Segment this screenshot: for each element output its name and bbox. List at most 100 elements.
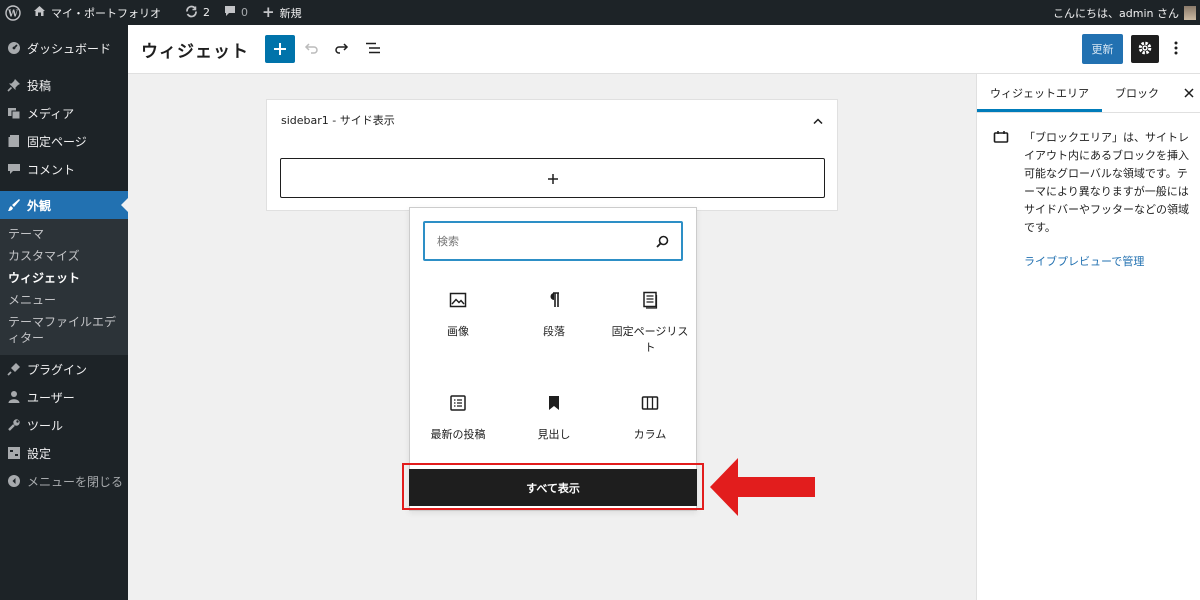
plugin-icon [6, 362, 21, 377]
highlight-box [402, 463, 704, 510]
block-item-label: 見出し [537, 428, 571, 441]
user-icon [6, 390, 21, 405]
gear-icon [1137, 40, 1153, 59]
block-item-label: カラム [633, 428, 667, 441]
list-view-button[interactable] [358, 35, 388, 63]
list-view-icon [365, 41, 381, 58]
submenu-item-themes[interactable]: テーマ [0, 223, 128, 245]
updates-count: 2 [203, 6, 210, 19]
latest-posts-icon [446, 391, 470, 415]
sidebar-item-appearance[interactable]: 外観 [0, 191, 128, 219]
pin-icon [6, 78, 21, 93]
sidebar-item-label: ユーザー [27, 390, 75, 405]
sidebar-item-label: プラグイン [27, 362, 88, 377]
widget-area-description: 「ブロックエリア」は、サイトレイアウト内にあるブロックを挿入可能なグローバルな領… [1024, 131, 1189, 234]
sidebar-item-tools[interactable]: ツール [0, 411, 128, 439]
add-block-button[interactable] [265, 35, 295, 63]
sidebar-item-users[interactable]: ユーザー [0, 383, 128, 411]
appearance-submenu: テーマ カスタマイズ ウィジェット メニュー テーマファイルエディター [0, 219, 128, 355]
editor-header: ウィジェット 更新 [128, 25, 1200, 74]
admin-sidebar: ダッシュボード 投稿 メディア 固定ページ コメント 外観 テーマ カスタマイズ [0, 25, 128, 600]
sidebar-item-label: コメント [27, 162, 76, 177]
comments-link[interactable]: 0 [217, 0, 255, 25]
undo-button[interactable] [296, 35, 326, 63]
comment-icon [6, 162, 21, 177]
block-item-page-list[interactable]: 固定ページリスト [602, 278, 698, 381]
site-name: マイ・ポートフォリオ [51, 6, 161, 20]
greeting: こんにちは、admin さん [1053, 6, 1179, 20]
tab-block[interactable]: ブロック [1102, 74, 1172, 112]
close-icon[interactable] [1184, 74, 1200, 112]
submenu-item-menus[interactable]: メニュー [0, 289, 128, 311]
sidebar-item-media[interactable]: メディア [0, 99, 128, 127]
sidebar-item-posts[interactable]: 投稿 [0, 71, 128, 99]
dashboard-icon [6, 41, 21, 56]
svg-text:W: W [7, 9, 19, 19]
avatar [1184, 5, 1196, 20]
collapse-menu-button[interactable]: メニューを閉じる [0, 467, 128, 495]
new-label: 新規 [279, 6, 302, 20]
widget-area-panel: sidebar1 - サイド表示 [266, 99, 838, 211]
block-item-label: 固定ページリスト [611, 325, 689, 354]
sidebar-item-label: 固定ページ [27, 134, 87, 149]
widget-area-title: sidebar1 - サイド表示 [281, 114, 395, 127]
plus-icon: + [262, 3, 275, 21]
home-icon [33, 5, 46, 20]
plus-icon [547, 169, 558, 188]
site-name-link[interactable]: マイ・ポートフォリオ [26, 0, 168, 25]
redo-icon [334, 41, 350, 58]
editor-canvas: sidebar1 - サイド表示 画像 [128, 74, 976, 600]
columns-icon [638, 391, 662, 415]
sidebar-item-label: 外観 [27, 198, 52, 213]
new-content-link[interactable]: + 新規 [255, 0, 309, 25]
sidebar-item-comments[interactable]: コメント [0, 155, 128, 183]
page-title: ウィジェット [141, 41, 249, 62]
sidebar-item-label: ダッシュボード [27, 41, 112, 56]
brush-icon [6, 198, 21, 213]
undo-icon [303, 41, 319, 58]
settings-button[interactable] [1131, 35, 1159, 63]
submenu-item-customize[interactable]: カスタマイズ [0, 245, 128, 267]
more-vertical-icon [1174, 40, 1178, 59]
submenu-item-theme-file-editor[interactable]: テーマファイルエディター [0, 311, 128, 349]
sidebar-item-dashboard[interactable]: ダッシュボード [0, 34, 128, 62]
block-item-paragraph[interactable]: 段落 [506, 278, 602, 381]
widget-area-header[interactable]: sidebar1 - サイド表示 [267, 100, 837, 140]
block-appender-button[interactable] [280, 158, 825, 198]
block-area-icon [993, 129, 1009, 237]
sidebar-item-settings[interactable]: 設定 [0, 439, 128, 467]
account-link[interactable]: こんにちは、admin さん [1046, 0, 1200, 25]
plus-icon [273, 37, 287, 61]
collapse-icon [6, 474, 21, 489]
tab-widget-areas[interactable]: ウィジェットエリア [977, 74, 1102, 112]
sidebar-item-pages[interactable]: 固定ページ [0, 127, 128, 155]
settings-sidebar: ウィジェットエリア ブロック 「ブロックエリア」は、サイトレイアウト内にあるブロ… [976, 74, 1200, 600]
inserter-search-box [423, 221, 683, 261]
red-arrow-icon [710, 457, 816, 520]
sidebar-item-plugins[interactable]: プラグイン [0, 355, 128, 383]
admin-bar: W マイ・ポートフォリオ 2 0 + 新規 こんにちは、admin さん [0, 0, 1200, 25]
block-types-grid: 画像 段落 固定ページリスト 最新の投稿 見出し カラム [410, 278, 698, 484]
sidebar-item-label: 投稿 [27, 78, 52, 93]
updates-link[interactable]: 2 [178, 0, 217, 25]
submenu-item-widgets[interactable]: ウィジェット [0, 267, 128, 289]
search-input[interactable] [437, 234, 637, 248]
wrench-icon [6, 418, 21, 433]
comments-count: 0 [241, 6, 248, 19]
updates-icon [185, 5, 198, 21]
update-button[interactable]: 更新 [1082, 34, 1123, 64]
collapse-label: メニューを閉じる [27, 474, 124, 489]
sidebar-item-label: メディア [27, 106, 75, 121]
block-item-image[interactable]: 画像 [410, 278, 506, 381]
options-button[interactable] [1162, 35, 1190, 63]
wordpress-logo-icon[interactable]: W [0, 0, 26, 25]
redo-button[interactable] [327, 35, 357, 63]
media-icon [6, 106, 21, 121]
comment-bubble-icon [224, 5, 236, 20]
image-icon [446, 288, 470, 312]
sidebar-item-label: 設定 [27, 446, 52, 461]
live-preview-link[interactable]: ライブプレビューで管理 [1024, 253, 1200, 269]
chevron-up-icon[interactable] [813, 114, 823, 127]
sidebar-tabs: ウィジェットエリア ブロック [977, 74, 1200, 113]
block-item-label: 画像 [447, 325, 469, 338]
